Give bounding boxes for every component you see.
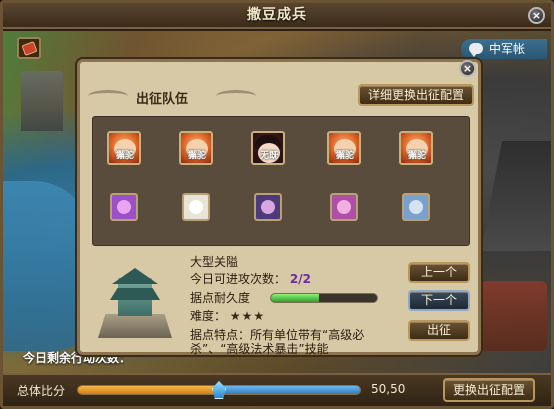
window-close-icon[interactable]: × bbox=[528, 7, 545, 24]
durability-bar-fill bbox=[271, 294, 319, 302]
hero-slot-5[interactable]: 獬驼 bbox=[399, 131, 433, 165]
map-fort bbox=[481, 281, 547, 351]
window-title: 撒豆成兵 bbox=[247, 7, 307, 23]
attack-count-row: 今日可进攻次数： 2/2 bbox=[190, 271, 311, 287]
team-panel: 獬驼 獬驼 无既 獬驼 獬驼 bbox=[92, 116, 470, 246]
pet-slot-3[interactable] bbox=[254, 193, 282, 221]
game-window: 撒豆成兵 × 中军帐 今日剩余行动次数： × 出征队伍 详细更换出征配置 獬驼獬… bbox=[0, 0, 554, 409]
durability-row: 据点耐久度 bbox=[190, 290, 378, 306]
feature-label: 据点特点： bbox=[190, 328, 251, 342]
hero-tag: 无既 bbox=[260, 151, 279, 161]
map-mountain bbox=[481, 141, 551, 251]
fortress-icon bbox=[98, 268, 172, 338]
hero-tag: 獬驼 bbox=[336, 151, 355, 161]
dialog-close-icon[interactable]: × bbox=[459, 60, 476, 77]
hero-tag: 獬驼 bbox=[408, 151, 427, 161]
pet-slot-2[interactable] bbox=[182, 193, 210, 221]
camp-button-label: 中军帐 bbox=[489, 42, 526, 56]
ratio-value: 50,50 bbox=[371, 382, 406, 396]
section-title: 出征队伍 bbox=[136, 92, 189, 107]
cloud-swirl-icon bbox=[88, 90, 128, 102]
durability-bar bbox=[270, 293, 378, 303]
difficulty-stars: ★★★ bbox=[229, 309, 266, 323]
title-bar: 撒豆成兵 × bbox=[3, 3, 551, 29]
ratio-slider-left-fill bbox=[78, 386, 219, 394]
cloud-swirl-icon bbox=[216, 90, 256, 102]
ratio-slider-right-fill bbox=[219, 386, 360, 394]
pet-slot-1[interactable] bbox=[110, 193, 138, 221]
detail-config-button[interactable]: 详细更换出征配置 bbox=[358, 84, 474, 106]
durability-label: 据点耐久度 bbox=[190, 291, 251, 305]
change-config-button[interactable]: 更换出征配置 bbox=[443, 378, 535, 402]
feature-row: 据点特点：所有单位带有“高级必杀”、“高级法术暴击”技能 bbox=[190, 328, 410, 356]
ratio-label: 总体比分 bbox=[17, 384, 66, 398]
target-panel: 大型关隘 今日可进攻次数： 2/2 据点耐久度 难度： ★★★ 据点特点：所有单… bbox=[92, 250, 470, 356]
dialog-header: 出征队伍 详细更换出征配置 bbox=[88, 82, 474, 112]
attack-count-value: 2/2 bbox=[289, 272, 311, 286]
hero-slot-4[interactable]: 獬驼 bbox=[327, 131, 361, 165]
hero-slot-3[interactable]: 无既 bbox=[251, 131, 285, 165]
hero-tag: 獬驼 bbox=[116, 151, 135, 161]
next-target-button[interactable]: 下一个 bbox=[408, 290, 470, 311]
camp-button[interactable]: 中军帐 bbox=[461, 39, 547, 59]
score-bar: 总体比分 50,50 更换出征配置 bbox=[3, 373, 551, 406]
attack-count-label: 今日可进攻次数： bbox=[190, 272, 287, 286]
map-castle bbox=[21, 71, 63, 131]
flag-icon[interactable] bbox=[17, 37, 41, 59]
hero-tag: 獬驼 bbox=[188, 151, 207, 161]
pet-slot-4[interactable] bbox=[330, 193, 358, 221]
difficulty-row: 难度： ★★★ bbox=[190, 308, 265, 324]
hero-slot-1[interactable]: 獬驼 bbox=[107, 131, 141, 165]
pet-slot-5[interactable] bbox=[402, 193, 430, 221]
ratio-slider-thumb[interactable] bbox=[212, 381, 226, 399]
difficulty-label: 难度： bbox=[190, 309, 227, 323]
hero-slot-2[interactable]: 獬驼 bbox=[179, 131, 213, 165]
chat-bubble-icon bbox=[469, 43, 483, 57]
expedition-dialog: × 出征队伍 详细更换出征配置 獬驼 獬驼 无既 獬驼 獬驼 大型关隘 今日可进攻次数：… bbox=[77, 59, 481, 356]
deploy-button[interactable]: 出征 bbox=[408, 320, 470, 341]
prev-target-button[interactable]: 上一个 bbox=[408, 262, 470, 283]
target-name: 大型关隘 bbox=[190, 255, 239, 269]
